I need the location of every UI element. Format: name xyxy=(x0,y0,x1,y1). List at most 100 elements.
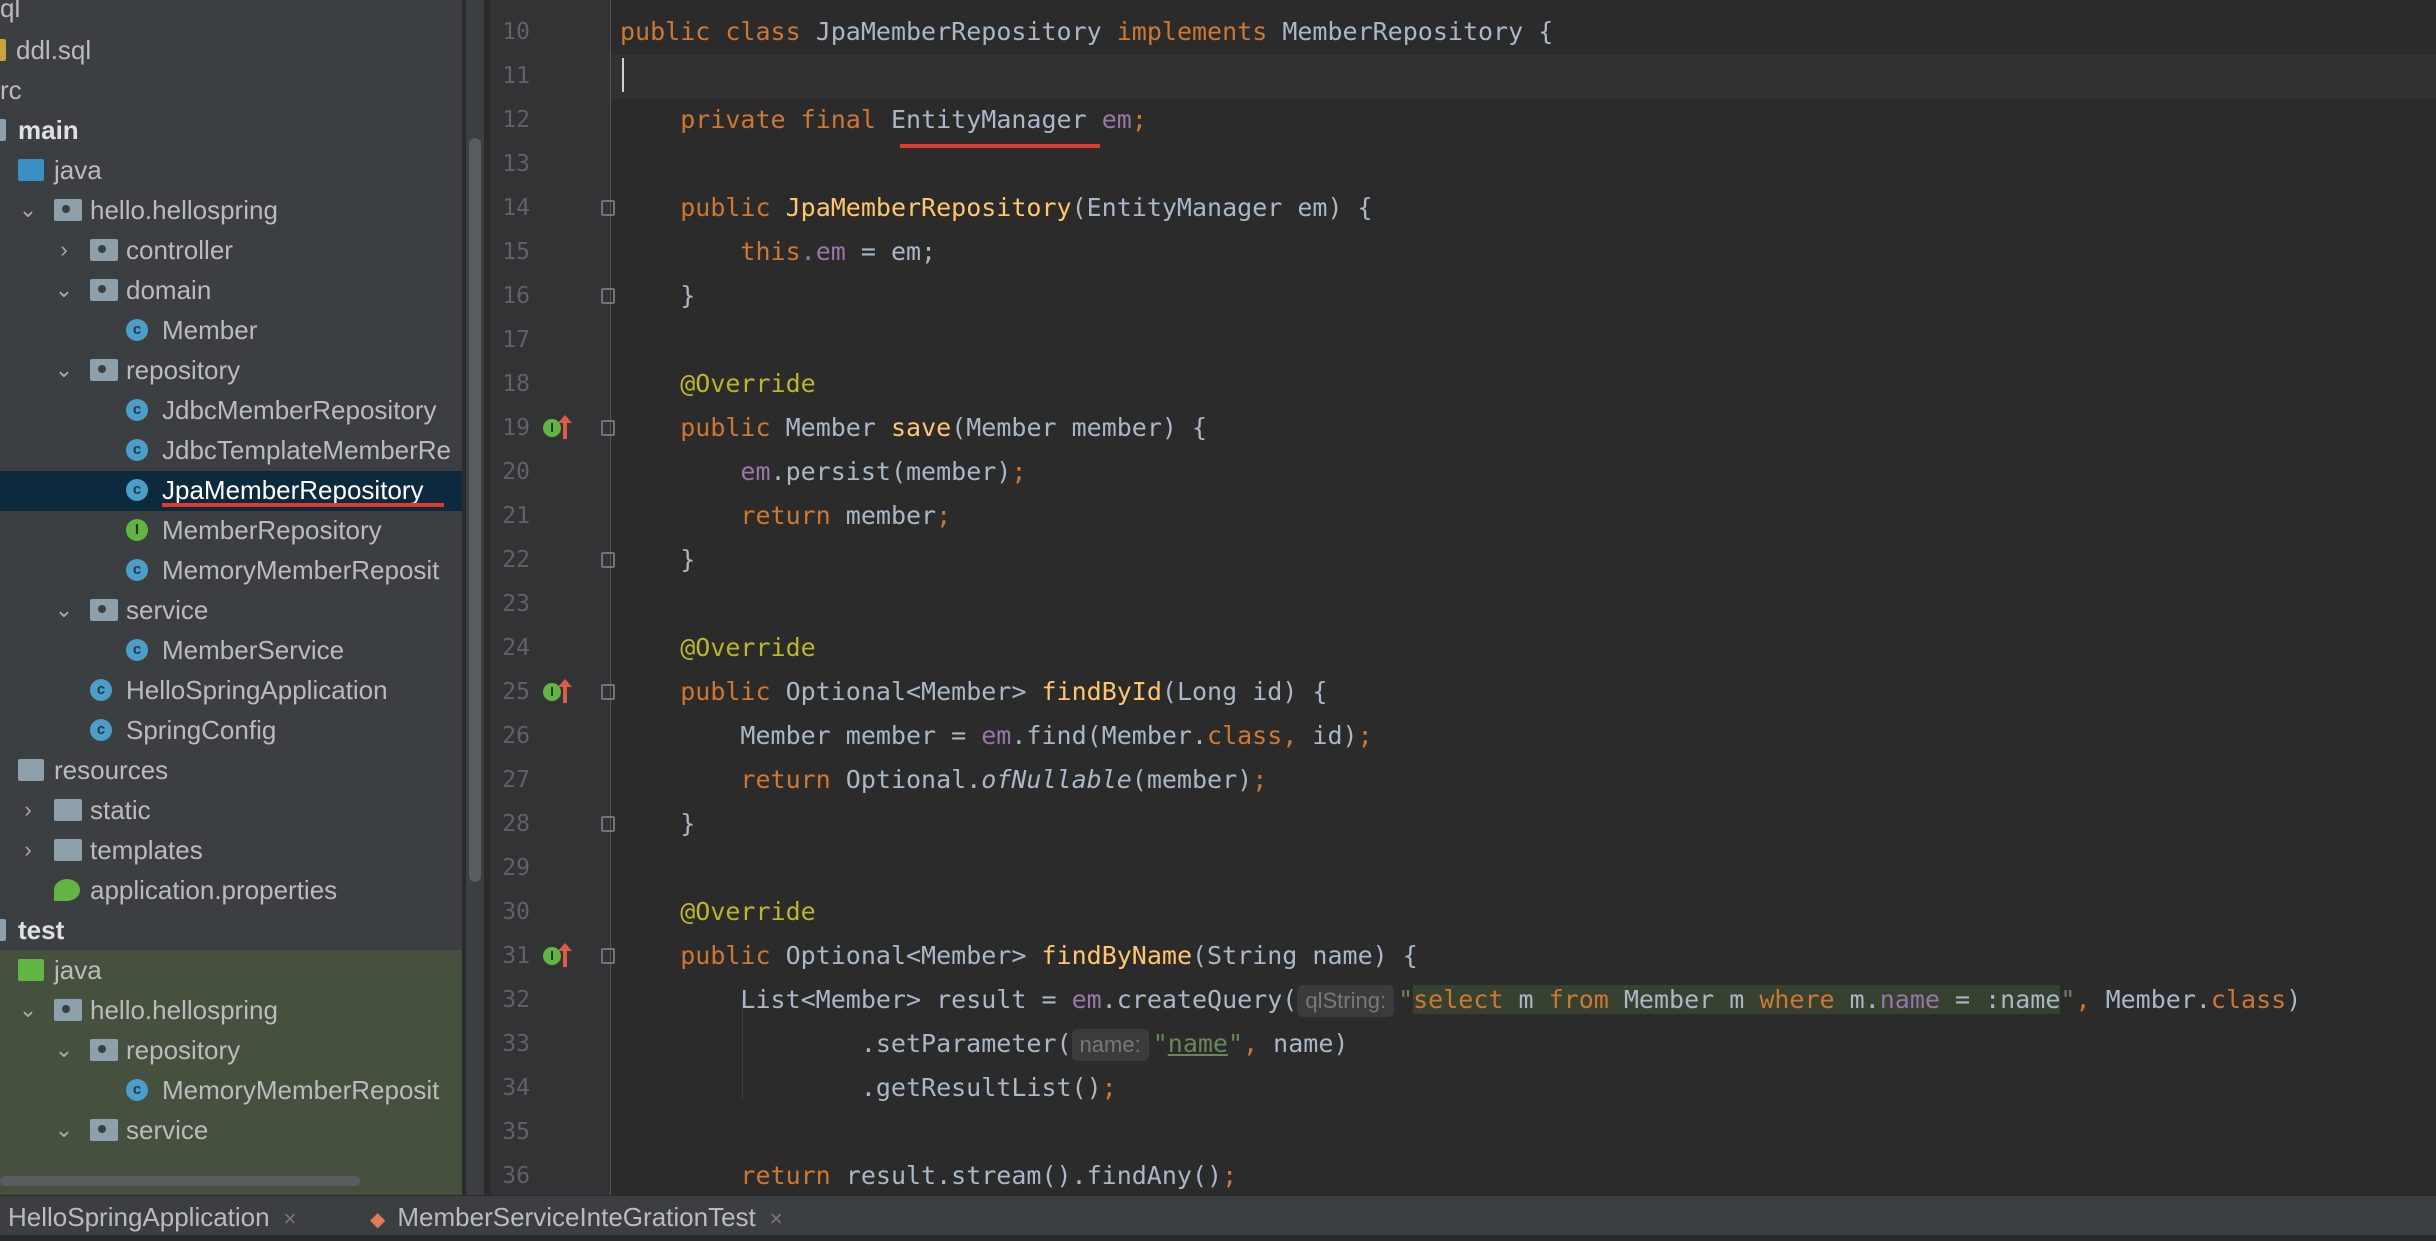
code-line-15[interactable]: this.em = em; xyxy=(620,230,936,274)
line-number: 21 xyxy=(502,503,530,529)
code-line-34[interactable]: .getResultList(); xyxy=(620,1066,1117,1110)
punct: ; xyxy=(1101,1073,1117,1102)
tab-label: MemberServiceInteGrationTest xyxy=(397,1202,756,1232)
tree-item-label: application.properties xyxy=(90,875,338,905)
class-icon: c xyxy=(90,719,112,741)
punct: , xyxy=(2075,985,2106,1014)
tree-item-label: java xyxy=(54,155,102,185)
params: (EntityManager em) { xyxy=(1071,193,1373,222)
chevron-down-icon[interactable]: ⌄ xyxy=(46,270,82,310)
tree-item-label: ql xyxy=(0,0,21,23)
code-line-36[interactable]: return result.stream().findAny(); xyxy=(620,1154,1237,1198)
code-line-22[interactable]: } xyxy=(620,538,695,582)
tab-label: HelloSpringApplication xyxy=(8,1202,270,1232)
chevron-right-icon[interactable]: › xyxy=(46,230,82,270)
tree-horizontal-scrollbar[interactable] xyxy=(0,1176,360,1186)
parameter-hint: name: xyxy=(1071,1029,1149,1061)
go-to-interface-arrow-icon[interactable] xyxy=(558,943,572,967)
static-method: ofNullable xyxy=(981,765,1132,794)
package-icon xyxy=(90,359,118,381)
keyword: public xyxy=(680,677,771,706)
class-name: JpaMemberRepository xyxy=(815,17,1102,46)
code-line-16[interactable]: } xyxy=(620,274,695,318)
keyword: class xyxy=(1207,721,1283,750)
fold-marker-icon[interactable] xyxy=(601,684,615,700)
chevron-down-icon[interactable]: ⌄ xyxy=(46,590,82,630)
resources-folder-icon xyxy=(18,759,44,781)
expr: result.stream().findAny() xyxy=(830,1161,1223,1190)
project-tree: ql ddl.sql rc main java ⌄ hello.hellospr… xyxy=(0,0,462,1195)
code-line-21[interactable]: return member; xyxy=(620,494,951,538)
line-number: 26 xyxy=(502,723,530,749)
sql-keyword: from xyxy=(1548,985,1609,1014)
keyword: implements xyxy=(1116,17,1268,46)
fold-marker-icon[interactable] xyxy=(601,552,615,568)
line-number: 27 xyxy=(502,767,530,793)
type-name: Optional<Member> xyxy=(785,677,1027,706)
tree-vertical-scrollbar[interactable] xyxy=(466,0,484,1195)
params: (Member member) { xyxy=(951,413,1208,442)
line-number: 11 xyxy=(502,63,530,89)
chevron-down-icon[interactable]: ⌄ xyxy=(46,350,82,390)
code-line-28[interactable]: } xyxy=(620,802,695,846)
code-line-10[interactable]: public class JpaMemberRepository impleme… xyxy=(620,10,1553,54)
code-line-20[interactable]: em.persist(member); xyxy=(620,450,1026,494)
tree-item-label: repository xyxy=(126,1035,241,1065)
tab-hello-spring-application[interactable]: HelloSpringApplication × xyxy=(8,1196,296,1235)
close-icon[interactable]: × xyxy=(770,1206,783,1231)
tab-member-service-integration-test[interactable]: ◆ MemberServiceInteGrationTest × xyxy=(370,1196,783,1235)
code-line-26[interactable]: Member member = em.find(Member.class, id… xyxy=(620,714,1372,758)
field-name: em xyxy=(1071,985,1102,1014)
fold-marker-icon[interactable] xyxy=(601,288,615,304)
line-number: 23 xyxy=(502,591,530,617)
code-line-33[interactable]: .setParameter(name: "name", name) xyxy=(620,1022,1348,1066)
chevron-down-icon[interactable]: ⌄ xyxy=(10,190,46,230)
class-icon: c xyxy=(126,399,148,421)
close-icon[interactable]: × xyxy=(284,1206,297,1231)
line-number: 36 xyxy=(502,1163,530,1189)
code-line-19[interactable]: public Member save(Member member) { xyxy=(620,406,1207,450)
folder-icon xyxy=(0,119,6,141)
go-to-interface-arrow-icon[interactable] xyxy=(558,415,572,439)
code-line-25[interactable]: public Optional<Member> findById(Long id… xyxy=(620,670,1327,714)
punct: } xyxy=(680,545,696,574)
code-line-32[interactable]: List<Member> result = em.createQuery(qlS… xyxy=(620,978,2301,1022)
tree-item-label: HelloSpringApplication xyxy=(126,675,388,705)
code-line-30[interactable]: @Override xyxy=(620,890,815,934)
line-number: 34 xyxy=(502,1075,530,1101)
fold-marker-icon[interactable] xyxy=(601,420,615,436)
interface-name: MemberRepository xyxy=(1282,17,1524,46)
code-line-27[interactable]: return Optional.ofNullable(member); xyxy=(620,758,1267,802)
class-icon: c xyxy=(126,439,148,461)
line-number: 18 xyxy=(502,371,530,397)
code-line-18[interactable]: @Override xyxy=(620,362,815,406)
tree-item-label: rc xyxy=(0,75,22,105)
tree-item-label: service xyxy=(126,1115,209,1145)
code-line-12[interactable]: private final EntityManager em; xyxy=(620,98,1147,142)
code-line-31[interactable]: public Optional<Member> findByName(Strin… xyxy=(620,934,1418,978)
chevron-down-icon[interactable]: ⌄ xyxy=(10,990,46,1030)
go-to-interface-arrow-icon[interactable] xyxy=(558,679,572,703)
chevron-down-icon[interactable]: ⌄ xyxy=(46,1030,82,1070)
punct: { xyxy=(1523,17,1554,46)
sql-keyword: where xyxy=(1759,985,1835,1014)
folder-icon xyxy=(54,799,82,821)
code-line-14[interactable]: public JpaMemberRepository(EntityManager… xyxy=(620,186,1373,230)
keyword: class xyxy=(725,17,801,46)
sql-text: = :name xyxy=(1939,985,2061,1014)
chevron-right-icon[interactable]: › xyxy=(10,830,46,870)
fold-marker-icon[interactable] xyxy=(601,816,615,832)
fold-marker-icon[interactable] xyxy=(601,948,615,964)
fold-marker-icon[interactable] xyxy=(601,200,615,216)
tree-item-label: hello.hellospring xyxy=(90,195,278,225)
tree-item-label: repository xyxy=(126,355,241,385)
chevron-down-icon[interactable]: ⌄ xyxy=(46,1110,82,1150)
expr: member xyxy=(830,501,937,530)
line-number: 13 xyxy=(502,151,530,177)
scrollbar-thumb[interactable] xyxy=(469,138,481,882)
tree-item-label: domain xyxy=(126,275,212,305)
chevron-right-icon[interactable]: › xyxy=(10,790,46,830)
line-number: 24 xyxy=(502,635,530,661)
line-number: 31 xyxy=(502,943,530,969)
code-line-24[interactable]: @Override xyxy=(620,626,815,670)
